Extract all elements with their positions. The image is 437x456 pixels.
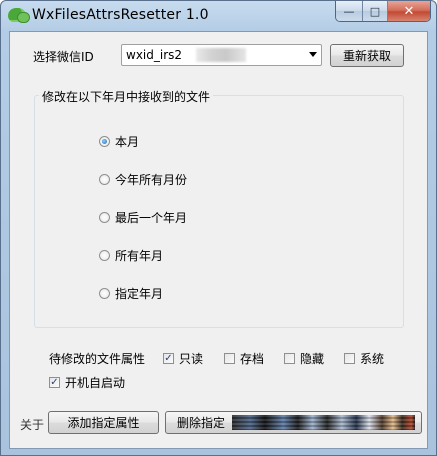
radio-dot-icon <box>99 212 110 223</box>
radio-dot-icon <box>99 174 110 185</box>
client-area: 选择微信ID wxid_irs2 重新获取 修改在以下年月中接收到的文件 本月 … <box>9 31 428 449</box>
wechat-icon <box>8 8 30 23</box>
wechat-id-select[interactable]: wxid_irs2 <box>121 44 322 66</box>
radio-all-months-this-year[interactable]: 今年所有月份 <box>99 171 187 188</box>
checkbox-box <box>344 353 355 364</box>
chevron-down-icon <box>309 52 317 57</box>
title-bar[interactable]: WxFilesAttrsResetter 1.0 — □ ✕ <box>1 1 436 31</box>
checkmark-icon: ✓ <box>49 377 60 388</box>
add-attributes-button[interactable]: 添加指定属性 <box>48 411 159 434</box>
app-window: WxFilesAttrsResetter 1.0 — □ ✕ 选择微信ID wx… <box>0 0 437 456</box>
checkbox-label: 开机自启动 <box>65 376 126 390</box>
radio-last-month[interactable]: 最后一个年月 <box>99 209 187 226</box>
checkbox-box <box>224 353 235 364</box>
checkbox-hidden[interactable]: 隐藏 <box>284 350 324 367</box>
checkbox-archive[interactable]: 存档 <box>224 350 264 367</box>
month-group-title: 修改在以下年月中接收到的文件 <box>39 88 214 105</box>
redacted-blur <box>196 48 246 62</box>
radio-label: 本月 <box>115 135 140 149</box>
checkbox-label: 存档 <box>240 352 265 366</box>
wechat-id-label: 选择微信ID <box>33 50 94 64</box>
checkbox-label: 只读 <box>179 352 204 366</box>
radio-dot-icon <box>99 288 110 299</box>
radio-dot-icon <box>99 136 110 147</box>
checkbox-readonly[interactable]: ✓ 只读 <box>163 350 203 367</box>
radio-specified-month[interactable]: 指定年月 <box>99 285 163 302</box>
radio-all-months[interactable]: 所有年月 <box>99 247 163 264</box>
about-link[interactable]: 关于 <box>20 416 44 433</box>
wechat-id-value: wxid_irs2 <box>126 48 183 62</box>
radio-this-month[interactable]: 本月 <box>99 133 139 150</box>
window-controls: — □ ✕ <box>335 1 431 22</box>
radio-label: 所有年月 <box>115 249 164 263</box>
attributes-label: 待修改的文件属性 <box>49 352 146 366</box>
radio-label: 今年所有月份 <box>115 173 188 187</box>
radio-dot-icon <box>99 250 110 261</box>
checkbox-autostart[interactable]: ✓ 开机自启动 <box>49 374 125 391</box>
radio-label: 指定年月 <box>115 287 164 301</box>
checkbox-box <box>284 353 295 364</box>
month-groupbox <box>34 95 404 328</box>
checkbox-label: 隐藏 <box>300 352 325 366</box>
radio-label: 最后一个年月 <box>115 211 188 225</box>
overlay-image <box>232 415 415 430</box>
refresh-button[interactable]: 重新获取 <box>330 44 404 67</box>
close-button[interactable]: ✕ <box>387 1 430 21</box>
maximize-button[interactable]: □ <box>362 1 387 21</box>
checkmark-icon: ✓ <box>163 353 174 364</box>
delete-attributes-button[interactable]: 删除指定 <box>165 411 422 434</box>
checkbox-system[interactable]: 系统 <box>344 350 384 367</box>
checkbox-label: 系统 <box>360 352 385 366</box>
window-title: WxFilesAttrsResetter 1.0 <box>32 7 209 23</box>
minimize-button[interactable]: — <box>336 1 362 21</box>
delete-button-label: 删除指定 <box>177 416 226 430</box>
